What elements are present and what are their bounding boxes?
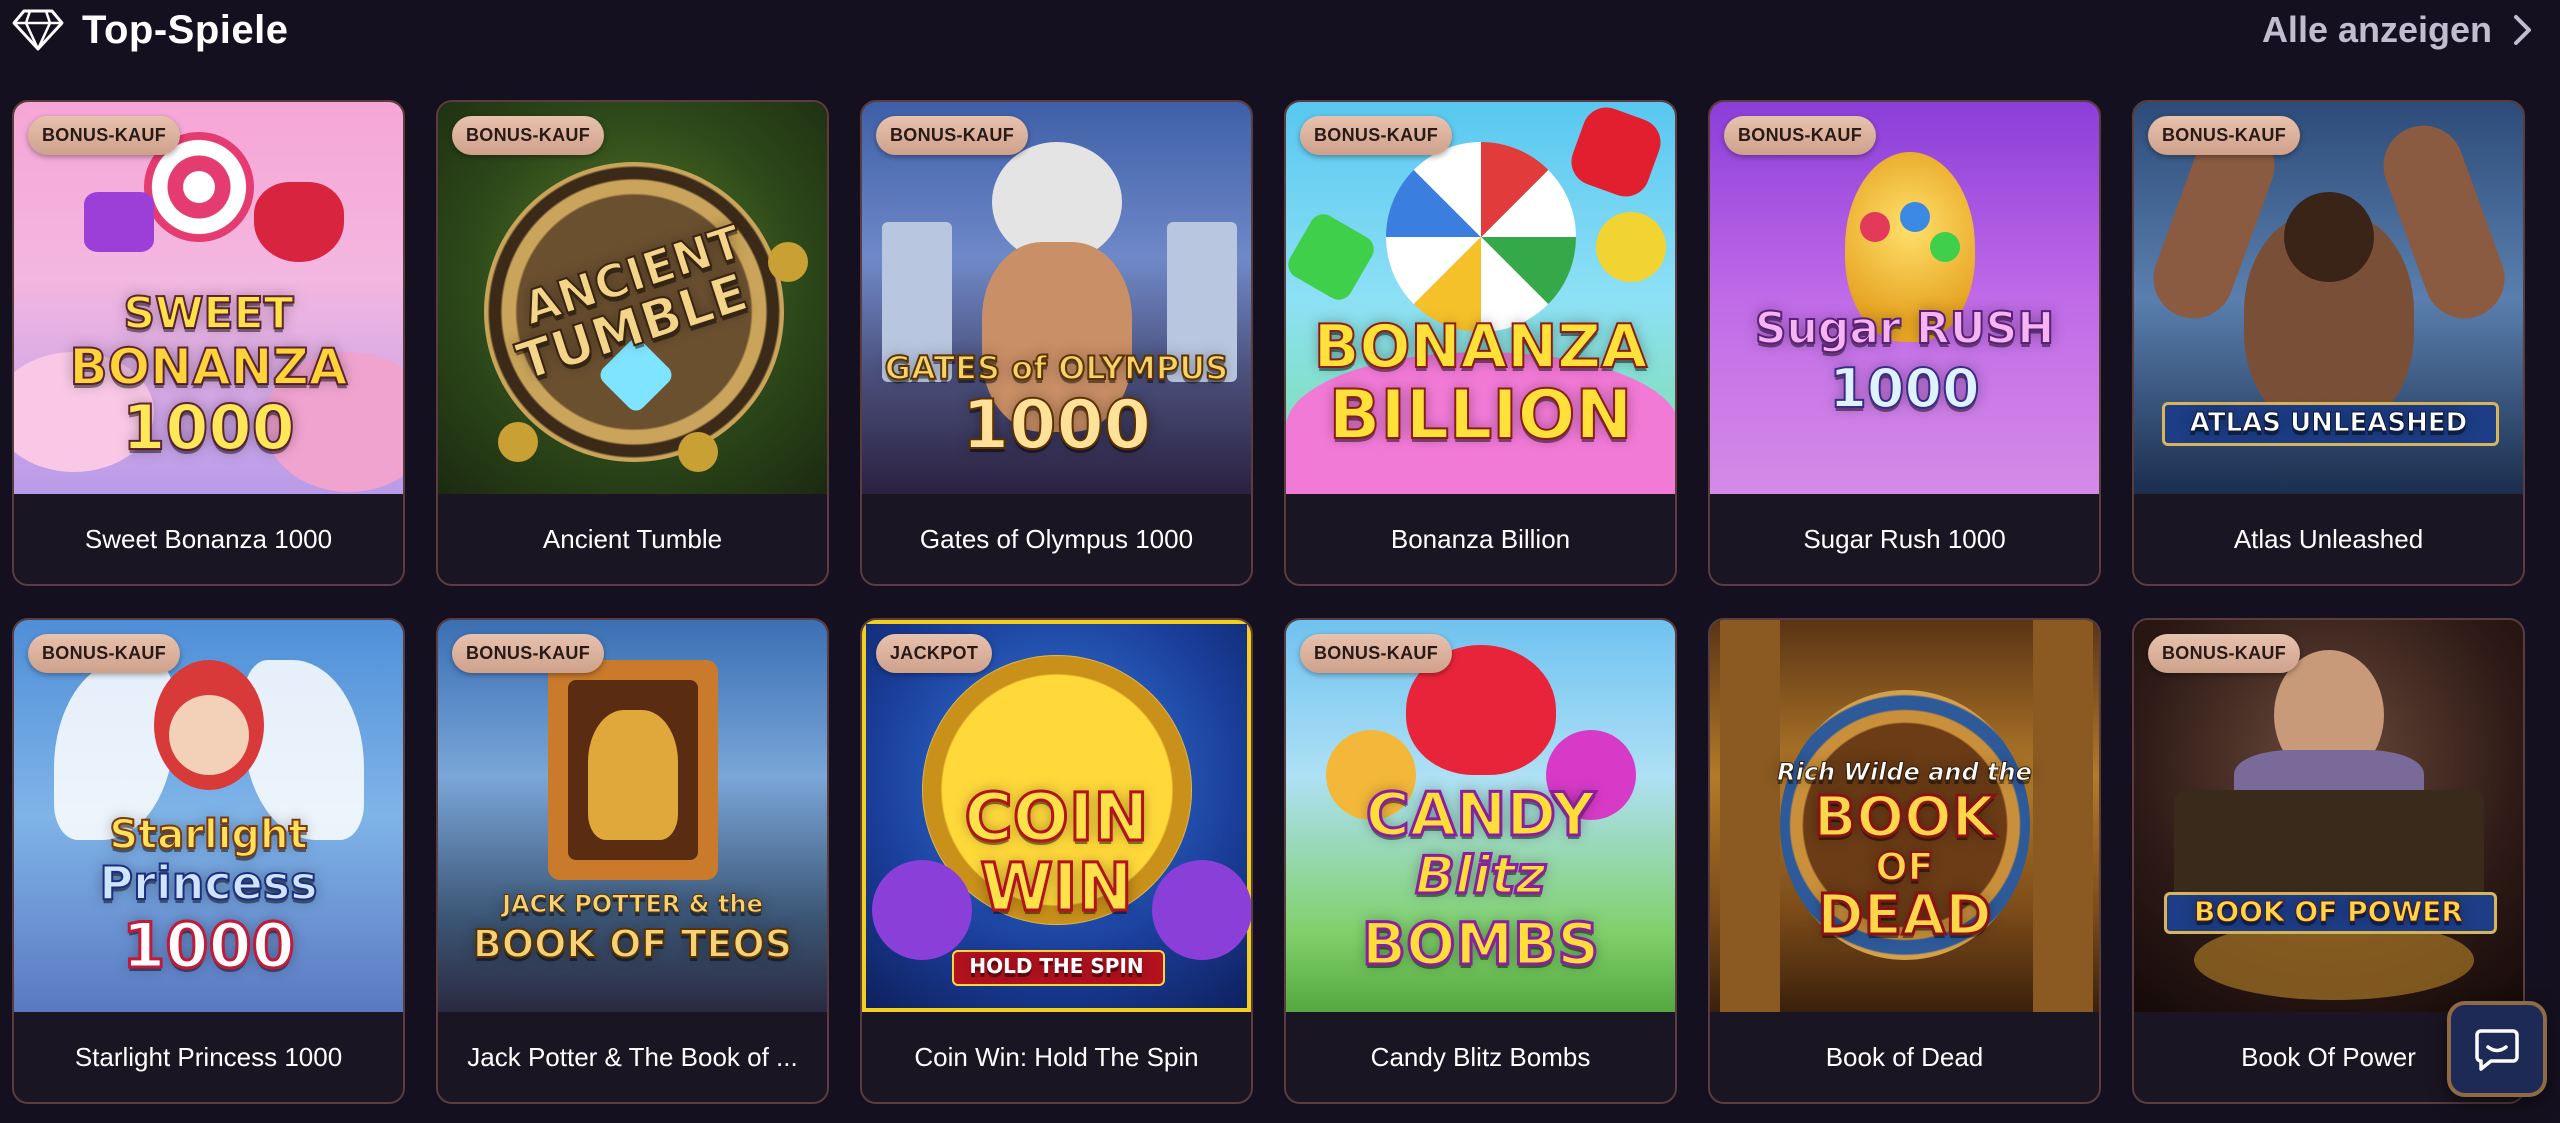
art-title-line: 1000: [121, 391, 296, 464]
game-thumbnail[interactable]: BOOK OF POWER BONUS-KAUF: [2134, 620, 2523, 1012]
game-card-atlas-unleashed[interactable]: ATLAS UNLEASHED BONUS-KAUF Atlas Unleash…: [2132, 100, 2525, 586]
game-card-ancient-tumble[interactable]: ANCIENT TUMBLE BONUS-KAUF Ancient Tumble: [436, 100, 829, 586]
art-title-line: BOMBS: [1360, 910, 1600, 978]
bonus-buy-badge: BONUS-KAUF: [1300, 116, 1452, 155]
game-name: Sweet Bonanza 1000: [14, 494, 403, 584]
bonus-buy-badge: BONUS-KAUF: [2148, 634, 2300, 673]
art-title-line: CANDY: [1364, 780, 1597, 850]
section-header-left: Top-Spiele: [12, 8, 288, 53]
top-games-page: Top-Spiele Alle anzeigen SWEET BONANZA 1…: [0, 0, 2560, 1123]
game-card-starlight-princess-1000[interactable]: Starlight Princess 1000 BONUS-KAUF Starl…: [12, 618, 405, 1104]
art-title-line: COIN: [963, 779, 1150, 856]
bonus-buy-badge: BONUS-KAUF: [1300, 634, 1452, 673]
games-grid: SWEET BONANZA 1000 BONUS-KAUF Sweet Bona…: [12, 100, 2525, 1104]
art-title-line: HOLD THE SPIN: [969, 954, 1144, 978]
view-all-link[interactable]: Alle anzeigen: [2262, 9, 2548, 51]
view-all-label: Alle anzeigen: [2261, 9, 2492, 50]
art-title-line: Starlight: [108, 812, 308, 858]
game-card-sweet-bonanza-1000[interactable]: SWEET BONANZA 1000 BONUS-KAUF Sweet Bona…: [12, 100, 405, 586]
game-card-coin-win[interactable]: COIN WIN HOLD THE SPIN JACKPOT Coin Win:…: [860, 618, 1253, 1104]
art-title-line: 1000: [1828, 357, 1980, 420]
game-name: Atlas Unleashed: [2134, 494, 2523, 584]
art-title-line: Blitz: [1414, 846, 1547, 906]
game-card-jack-potter-book-of-teos[interactable]: JACK POTTER & the BOOK OF TEOS BONUS-KAU…: [436, 618, 829, 1104]
art-title-line: Sugar RUSH: [1754, 303, 2055, 354]
section-header: Top-Spiele Alle anzeigen: [0, 0, 2560, 60]
game-name: Ancient Tumble: [438, 494, 827, 584]
bonus-buy-badge: BONUS-KAUF: [28, 116, 180, 155]
art-title-line: BONANZA: [1313, 312, 1649, 382]
game-card-candy-blitz-bombs[interactable]: CANDY Blitz BOMBS BONUS-KAUF Candy Blitz…: [1284, 618, 1677, 1104]
art-title-line: 1000: [961, 386, 1152, 465]
game-card-bonanza-billion[interactable]: BONANZA BILLION BONUS-KAUF Bonanza Billi…: [1284, 100, 1677, 586]
game-card-gates-of-olympus-1000[interactable]: GATES of OLYMPUS 1000 BONUS-KAUF Gates o…: [860, 100, 1253, 586]
art-title-line: BILLION: [1328, 376, 1634, 455]
art-title-line: BOOK OF TEOS: [472, 922, 793, 966]
chat-button[interactable]: [2447, 1001, 2547, 1097]
game-thumbnail[interactable]: CANDY Blitz BOMBS BONUS-KAUF: [1286, 620, 1675, 1012]
game-name: Gates of Olympus 1000: [862, 494, 1251, 584]
game-thumbnail[interactable]: Rich Wilde and the BOOK OF DEAD: [1710, 620, 2099, 1012]
diamond-icon: [12, 9, 64, 51]
game-thumbnail[interactable]: Starlight Princess 1000 BONUS-KAUF: [14, 620, 403, 1012]
bonus-buy-badge: BONUS-KAUF: [452, 116, 604, 155]
bonus-buy-badge: BONUS-KAUF: [2148, 116, 2300, 155]
bonus-buy-badge: BONUS-KAUF: [28, 634, 180, 673]
game-name: Coin Win: Hold The Spin: [862, 1012, 1251, 1102]
art-title-line: Rich Wilde and the: [1777, 758, 2033, 786]
art-title-line: WIN: [979, 849, 1135, 926]
bonus-buy-badge: BONUS-KAUF: [1724, 116, 1876, 155]
art-title-line: DEAD: [1816, 883, 1994, 948]
game-name: Jack Potter & The Book of ...: [438, 1012, 827, 1102]
jackpot-badge: JACKPOT: [876, 634, 993, 673]
game-card-sugar-rush-1000[interactable]: Sugar RUSH 1000 BONUS-KAUF Sugar Rush 10…: [1708, 100, 2101, 586]
art-title-line: JACK POTTER & the: [502, 890, 764, 918]
art-title-line: Princess: [98, 856, 318, 910]
game-name: Book of Dead: [1710, 1012, 2099, 1102]
game-thumbnail[interactable]: Sugar RUSH 1000 BONUS-KAUF: [1710, 102, 2099, 494]
game-thumbnail[interactable]: BONANZA BILLION BONUS-KAUF: [1286, 102, 1675, 494]
art-title-line: OF: [1874, 845, 1934, 889]
game-card-book-of-dead[interactable]: Rich Wilde and the BOOK OF DEAD Book of …: [1708, 618, 2101, 1104]
art-title-line: SWEET: [122, 288, 294, 339]
game-thumbnail[interactable]: GATES of OLYMPUS 1000 BONUS-KAUF: [862, 102, 1251, 494]
art-title-line: BONANZA: [69, 338, 349, 396]
bonus-buy-badge: BONUS-KAUF: [452, 634, 604, 673]
game-name: Candy Blitz Bombs: [1286, 1012, 1675, 1102]
art-title-line: ATLAS UNLEASHED: [2189, 408, 2468, 438]
section-title: Top-Spiele: [82, 7, 289, 52]
bonus-buy-badge: BONUS-KAUF: [876, 116, 1028, 155]
chevron-right-icon: [2514, 15, 2531, 45]
game-thumbnail[interactable]: ATLAS UNLEASHED BONUS-KAUF: [2134, 102, 2523, 494]
game-thumbnail[interactable]: SWEET BONANZA 1000 BONUS-KAUF: [14, 102, 403, 494]
art-title-line: BOOK OF POWER: [2194, 895, 2464, 928]
game-thumbnail[interactable]: JACK POTTER & the BOOK OF TEOS BONUS-KAU…: [438, 620, 827, 1012]
art-title-line: GATES of OLYMPUS: [884, 349, 1230, 387]
chat-icon: [2475, 1029, 2519, 1071]
art-title-line: BOOK: [1812, 785, 1996, 850]
game-name: Sugar Rush 1000: [1710, 494, 2099, 584]
art-title-line: 1000: [121, 909, 297, 982]
game-name: Starlight Princess 1000: [14, 1012, 403, 1102]
game-name: Bonanza Billion: [1286, 494, 1675, 584]
game-thumbnail[interactable]: COIN WIN HOLD THE SPIN JACKPOT: [862, 620, 1251, 1012]
game-thumbnail[interactable]: ANCIENT TUMBLE BONUS-KAUF: [438, 102, 827, 494]
